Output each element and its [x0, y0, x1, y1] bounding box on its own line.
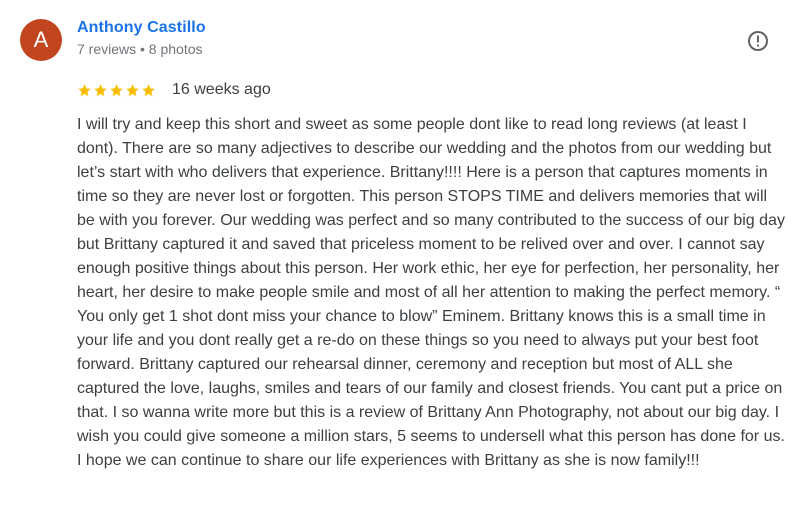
star-icon	[126, 83, 139, 96]
star-icon	[94, 83, 107, 96]
review-text: I will try and keep this short and sweet…	[77, 116, 785, 469]
star-icon	[78, 83, 91, 96]
rating-row: 16 weeks ago	[77, 79, 271, 101]
report-review-icon[interactable]	[746, 29, 770, 53]
star-icon	[142, 83, 155, 96]
reviewer-stats: 7 reviews • 8 photos	[77, 41, 203, 57]
star-rating	[77, 83, 157, 98]
reviewer-name-link[interactable]: Anthony Castillo	[77, 19, 206, 37]
avatar[interactable]: A	[20, 19, 62, 61]
star-icon	[110, 83, 123, 96]
review-date: 16 weeks ago	[172, 81, 271, 98]
